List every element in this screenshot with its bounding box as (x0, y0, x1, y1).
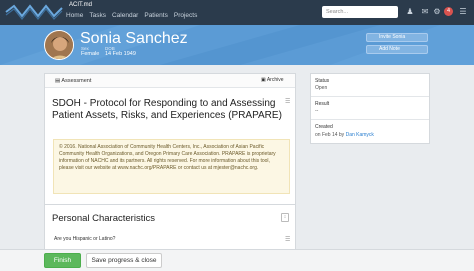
copyright-notice: © 2016. National Association of Communit… (53, 139, 290, 194)
settings-icon[interactable]: ⚙ (432, 6, 442, 18)
add-note-button[interactable]: Add Note (366, 45, 428, 54)
menu-icon[interactable]: ☰ (458, 6, 468, 18)
dob-value: 14 Feb 1949 (105, 51, 136, 57)
divider (311, 119, 429, 120)
top-navbar: ACIT.md Home Tasks Calendar Patients Pro… (0, 0, 474, 25)
app-name: ACIT.md (69, 2, 93, 8)
search-input[interactable]: Search... (322, 6, 398, 18)
archive-label: Archive (266, 77, 284, 83)
nav-home[interactable]: Home (66, 12, 83, 19)
divider (311, 96, 429, 97)
status-value: Open (315, 85, 328, 91)
details-panel: Status Open Result -- Created on Feb 14 … (310, 73, 430, 144)
result-label: Result (315, 101, 330, 107)
created-prefix: on Feb 14 by (315, 132, 345, 138)
nav-projects[interactable]: Projects (174, 12, 197, 19)
nav-tasks[interactable]: Tasks (89, 12, 106, 19)
add-note-label: Add Note (379, 46, 400, 52)
nav-patients[interactable]: Patients (144, 12, 168, 19)
patient-avatar (44, 30, 74, 60)
logo-icon[interactable] (4, 3, 64, 21)
creator-link[interactable]: Dan Kamyck (346, 132, 374, 138)
invite-button[interactable]: Invite Sonia (366, 33, 428, 42)
assessment-card: ▤ Assessment ▣ Archive SDOH - Protocol f… (44, 73, 296, 251)
archive-button[interactable]: ▣ Archive (261, 77, 284, 83)
assessment-title: SDOH - Protocol for Responding to and As… (52, 98, 282, 121)
invite-label: Invite Sonia (379, 34, 406, 40)
section-collapse-button[interactable]: ↕ (281, 213, 289, 222)
sex-value: Female (81, 51, 100, 57)
people-icon[interactable]: ♟ (405, 6, 415, 18)
assessment-header-label: ▤ Assessment (55, 78, 91, 84)
assessment-header-text: Assessment (61, 78, 92, 84)
question-menu-icon[interactable]: ☰ (285, 236, 291, 243)
question-text: Are you Hispanic or Latino? (54, 236, 116, 242)
result-value: -- (315, 108, 319, 114)
nav-calendar[interactable]: Calendar (112, 12, 138, 19)
created-label: Created (315, 124, 333, 130)
patient-name: Sonia Sanchez (80, 30, 188, 47)
section-title: Personal Characteristics (52, 213, 155, 224)
finish-button[interactable]: Finish (44, 253, 81, 268)
title-menu-icon[interactable]: ☰ (285, 98, 291, 105)
card-header: ▤ Assessment ▣ Archive (45, 74, 295, 88)
save-close-button[interactable]: Save progress & close (86, 253, 162, 268)
main-nav: Home Tasks Calendar Patients Projects (66, 12, 197, 19)
notification-badge[interactable]: 4 (444, 7, 453, 16)
created-value: on Feb 14 by Dan Kamyck (315, 132, 374, 138)
divider (45, 204, 295, 205)
chat-icon[interactable]: ✉ (420, 6, 430, 18)
status-label: Status (315, 78, 330, 84)
